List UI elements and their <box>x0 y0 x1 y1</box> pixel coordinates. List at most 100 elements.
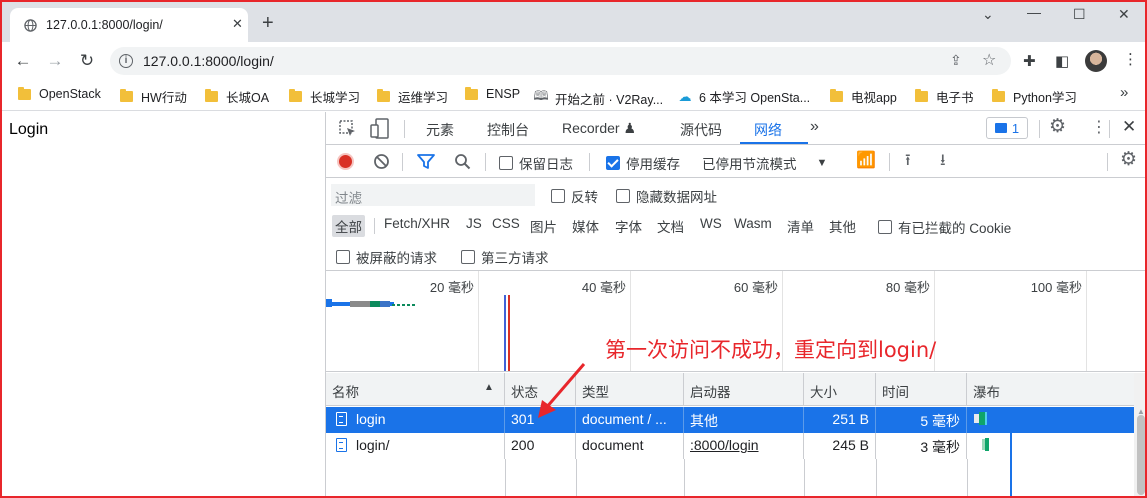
blocked-cookies-checkbox[interactable]: 有已拦截的 Cookie <box>878 217 1011 237</box>
close-icon[interactable]: ✕ <box>232 16 243 32</box>
type-wasm[interactable]: Wasm <box>734 216 772 231</box>
type-manifest[interactable]: 清单 <box>787 216 814 236</box>
info-icon[interactable]: i <box>119 54 133 68</box>
kebab-menu-icon[interactable]: ⋮ <box>1091 119 1107 137</box>
type-other[interactable]: 其他 <box>829 216 856 236</box>
search-icon[interactable] <box>454 153 471 170</box>
cell-initiator-link[interactable]: :8000/login <box>684 433 804 459</box>
clear-icon[interactable] <box>373 153 390 170</box>
more-tabs-icon[interactable]: » <box>810 118 819 136</box>
blocked-requests-checkbox[interactable]: 被屏蔽的请求 <box>336 247 437 267</box>
column-header-type[interactable]: 类型 <box>576 373 684 406</box>
bookmark-item[interactable]: OpenStack <box>18 86 101 101</box>
overview-bar <box>392 304 416 306</box>
back-arrow-icon[interactable]: ← <box>12 50 34 72</box>
invert-checkbox[interactable]: 反转 <box>551 186 598 206</box>
checkbox[interactable] <box>551 189 565 203</box>
tab-recorder[interactable]: Recorder ♟ <box>562 120 636 137</box>
tab-elements[interactable]: 元素 <box>426 120 454 140</box>
tab-network[interactable]: 网络 <box>754 120 782 140</box>
tab-sources[interactable]: 源代码 <box>680 120 722 140</box>
tab-console[interactable]: 控制台 <box>487 120 529 140</box>
settings-gear-icon[interactable]: ⚙ <box>1049 117 1066 136</box>
bookmark-item[interactable]: 长城OA <box>205 87 269 106</box>
filter-input[interactable]: 过滤 <box>331 184 535 206</box>
type-doc[interactable]: 文档 <box>657 216 684 236</box>
bookmark-item[interactable]: HW行动 <box>120 87 187 106</box>
checkbox[interactable] <box>616 189 630 203</box>
browser-tab[interactable]: 127.0.0.1:8000/login/ ✕ <box>10 8 248 42</box>
third-party-checkbox[interactable]: 第三方请求 <box>461 247 549 267</box>
table-row[interactable]: login/ 200 document :8000/login 245 B 3 … <box>326 433 1134 459</box>
bookmark-item[interactable]: 电子书 <box>915 87 974 106</box>
type-img[interactable]: 图片 <box>530 216 557 236</box>
device-toolbar-icon[interactable] <box>370 118 390 140</box>
type-css[interactable]: CSS <box>492 216 520 231</box>
column-header-time[interactable]: 时间 <box>876 373 967 406</box>
disable-cache-checkbox[interactable]: 停用缓存 <box>606 153 680 173</box>
timeline-tick-label: 40 毫秒 <box>581 280 626 295</box>
forward-arrow-icon[interactable]: → <box>44 50 66 72</box>
column-header-initiator[interactable]: 启动器 <box>684 373 804 406</box>
maximize-button[interactable]: ☐ <box>1073 6 1086 22</box>
network-conditions-icon[interactable]: 📶 <box>856 152 876 170</box>
messages-badge[interactable]: 1 <box>986 117 1028 139</box>
cell-type: document <box>576 433 684 459</box>
table-scrollbar[interactable]: ▲ <box>1134 373 1147 498</box>
divider <box>485 153 486 171</box>
network-settings-gear-icon[interactable]: ⚙ <box>1120 150 1137 169</box>
bookmark-item[interactable]: 🕮 开始之前 · V2Ray... <box>533 87 663 109</box>
network-toolbar: 保留日志 停用缓存 已停用节流模式 ▼ 📶 ⭱ ⭳ ⚙ <box>326 145 1147 178</box>
type-all[interactable]: 全部 <box>332 215 365 237</box>
checkbox[interactable] <box>336 250 350 264</box>
preserve-log-checkbox[interactable]: 保留日志 <box>499 153 573 173</box>
cell-time: 3 毫秒 <box>876 433 967 459</box>
close-devtools-icon[interactable]: ✕ <box>1122 118 1136 136</box>
record-button[interactable] <box>337 153 354 170</box>
bookmark-item[interactable]: ENSP <box>465 86 520 101</box>
overview-bar <box>380 301 390 307</box>
checkbox[interactable] <box>499 156 513 170</box>
column-header-waterfall[interactable]: 瀑布 <box>967 373 1134 406</box>
devtools-panel: 元素 控制台 Recorder ♟ 源代码 网络 » 1 ⚙ ⋮ ✕ 保留日志 … <box>325 112 1147 498</box>
bookmark-item[interactable]: 运维学习 <box>377 87 448 106</box>
type-media[interactable]: 媒体 <box>572 216 599 236</box>
hide-data-urls-checkbox[interactable]: 隐藏数据网址 <box>616 186 717 206</box>
inspect-element-icon[interactable] <box>338 119 358 139</box>
column-header-name[interactable]: 名称 ▲ <box>326 373 505 406</box>
side-panel-icon[interactable]: ◧ <box>1055 52 1069 70</box>
kebab-menu-icon[interactable]: ⋮ <box>1123 52 1138 68</box>
star-icon[interactable]: ☆ <box>982 50 996 70</box>
table-row[interactable]: login 301 document / ... 其他 251 B 5 毫秒 <box>326 407 1134 433</box>
address-bar[interactable]: i 127.0.0.1:8000/login/ ⇪ ☆ <box>110 47 1011 75</box>
import-har-icon[interactable]: ⭱ <box>905 152 911 170</box>
bookmark-item[interactable]: 长城学习 <box>289 87 360 106</box>
cell-time: 5 毫秒 <box>876 407 967 433</box>
type-font[interactable]: 字体 <box>615 216 642 236</box>
avatar[interactable] <box>1085 50 1107 72</box>
minimize-button[interactable]: — <box>1027 4 1041 20</box>
bookmarks-overflow-icon[interactable]: » <box>1120 84 1128 101</box>
checkbox-checked[interactable] <box>606 156 620 170</box>
chevron-down-icon[interactable]: ⌄ <box>982 6 994 22</box>
extensions-puzzle-icon[interactable]: ✚ <box>1023 52 1036 70</box>
share-icon[interactable]: ⇪ <box>950 52 962 69</box>
window-close-button[interactable]: ✕ <box>1118 6 1130 22</box>
type-js[interactable]: JS <box>466 216 482 231</box>
checkbox[interactable] <box>878 220 892 234</box>
filter-funnel-icon[interactable] <box>417 154 435 170</box>
throttle-select[interactable]: 已停用节流模式 ▼ <box>702 153 827 173</box>
reload-icon[interactable]: ↻ <box>76 50 98 72</box>
bookmark-item[interactable]: 电视app <box>830 87 897 106</box>
bookmark-item[interactable]: ☁ 6 本学习 OpenSta... <box>677 87 811 106</box>
scrollbar-thumb[interactable] <box>1137 415 1145 495</box>
url-text[interactable]: 127.0.0.1:8000/login/ <box>143 53 274 69</box>
type-ws[interactable]: WS <box>700 216 722 231</box>
checkbox[interactable] <box>461 250 475 264</box>
bookmark-item[interactable]: Python学习 <box>992 87 1077 106</box>
type-fetch-xhr[interactable]: Fetch/XHR <box>384 216 450 231</box>
new-tab-button[interactable]: + <box>262 13 274 33</box>
export-har-icon[interactable]: ⭳ <box>940 152 946 170</box>
column-header-size[interactable]: 大小 <box>804 373 876 406</box>
column-divider <box>876 459 877 498</box>
